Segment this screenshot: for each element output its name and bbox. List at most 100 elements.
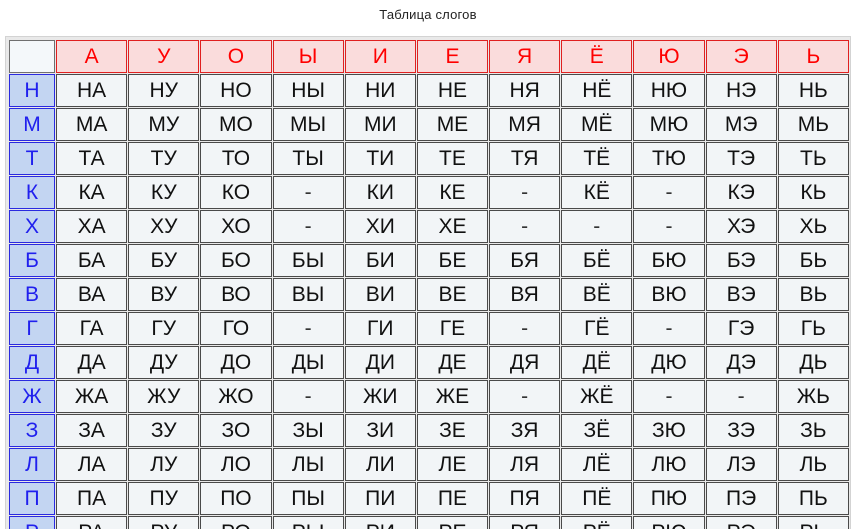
syllable-cell-10-0[interactable]: ЗА [56,414,128,447]
syllable-cell-0-1[interactable]: НУ [128,74,200,107]
syllable-cell-10-2[interactable]: ЗО [200,414,272,447]
syllable-cell-7-7[interactable]: ГЁ [561,312,633,345]
syllable-cell-6-8[interactable]: ВЮ [633,278,705,311]
syllable-cell-1-0[interactable]: МА [56,108,128,141]
syllable-cell-0-0[interactable]: НА [56,74,128,107]
syllable-cell-9-7[interactable]: ЖЁ [561,380,633,413]
syllable-cell-5-8[interactable]: БЮ [633,244,705,277]
syllable-cell-9-6[interactable]: - [489,380,561,413]
syllable-cell-4-10[interactable]: ХЬ [777,210,849,243]
syllable-cell-6-3[interactable]: ВЫ [272,278,344,311]
syllable-cell-13-6[interactable]: РЯ [489,516,561,529]
syllable-cell-1-7[interactable]: МЁ [561,108,633,141]
syllable-cell-3-2[interactable]: КО [200,176,272,209]
syllable-cell-10-9[interactable]: ЗЭ [705,414,777,447]
syllable-cell-11-2[interactable]: ЛО [200,448,272,481]
syllable-cell-7-8[interactable]: - [633,312,705,345]
syllable-cell-6-7[interactable]: ВЁ [561,278,633,311]
syllable-cell-6-10[interactable]: ВЬ [777,278,849,311]
syllable-cell-11-8[interactable]: ЛЮ [633,448,705,481]
syllable-cell-2-3[interactable]: ТЫ [272,142,344,175]
syllable-cell-3-3[interactable]: - [272,176,344,209]
vowel-header-1[interactable]: У [128,40,200,73]
syllable-cell-7-5[interactable]: ГЕ [416,312,489,345]
syllable-cell-7-3[interactable]: - [272,312,344,345]
syllable-cell-2-1[interactable]: ТУ [128,142,200,175]
consonant-header-12[interactable]: П [9,482,55,515]
syllable-cell-4-3[interactable]: - [272,210,344,243]
syllable-cell-5-9[interactable]: БЭ [705,244,777,277]
vowel-header-4[interactable]: И [344,40,416,73]
syllable-cell-2-5[interactable]: ТЕ [416,142,489,175]
syllable-cell-13-3[interactable]: РЫ [272,516,344,529]
syllable-cell-8-2[interactable]: ДО [200,346,272,379]
syllable-cell-4-9[interactable]: ХЭ [705,210,777,243]
syllable-cell-12-5[interactable]: ПЕ [416,482,489,515]
syllable-cell-4-8[interactable]: - [633,210,705,243]
consonant-header-11[interactable]: Л [9,448,55,481]
vowel-header-9[interactable]: Э [705,40,777,73]
syllable-cell-1-8[interactable]: МЮ [633,108,705,141]
consonant-header-6[interactable]: В [9,278,55,311]
syllable-cell-13-9[interactable]: РЭ [705,516,777,529]
syllable-cell-12-0[interactable]: ПА [56,482,128,515]
syllable-cell-0-3[interactable]: НЫ [272,74,344,107]
vowel-header-5[interactable]: Е [416,40,489,73]
syllable-cell-9-4[interactable]: ЖИ [344,380,416,413]
syllable-cell-9-0[interactable]: ЖА [56,380,128,413]
syllable-cell-3-0[interactable]: КА [56,176,128,209]
syllable-cell-13-8[interactable]: РЮ [633,516,705,529]
syllable-cell-12-7[interactable]: ПЁ [561,482,633,515]
syllable-cell-4-7[interactable]: - [561,210,633,243]
syllable-cell-1-3[interactable]: МЫ [272,108,344,141]
vowel-header-2[interactable]: О [200,40,272,73]
syllable-cell-1-5[interactable]: МЕ [416,108,489,141]
syllable-cell-6-0[interactable]: ВА [56,278,128,311]
syllable-cell-5-5[interactable]: БЕ [416,244,489,277]
syllable-cell-13-5[interactable]: РЕ [416,516,489,529]
syllable-cell-3-1[interactable]: КУ [128,176,200,209]
syllable-cell-6-2[interactable]: ВО [200,278,272,311]
syllable-cell-7-10[interactable]: ГЬ [777,312,849,345]
syllable-cell-2-2[interactable]: ТО [200,142,272,175]
syllable-cell-3-10[interactable]: КЬ [777,176,849,209]
syllable-cell-11-10[interactable]: ЛЬ [777,448,849,481]
syllable-cell-5-6[interactable]: БЯ [489,244,561,277]
syllable-cell-2-7[interactable]: ТЁ [561,142,633,175]
syllable-cell-0-4[interactable]: НИ [344,74,416,107]
syllable-cell-10-7[interactable]: ЗЁ [561,414,633,447]
syllable-cell-11-0[interactable]: ЛА [56,448,128,481]
syllable-cell-8-0[interactable]: ДА [56,346,128,379]
syllable-cell-8-3[interactable]: ДЫ [272,346,344,379]
syllable-cell-8-8[interactable]: ДЮ [633,346,705,379]
syllable-cell-8-6[interactable]: ДЯ [489,346,561,379]
syllable-cell-13-0[interactable]: РА [56,516,128,529]
consonant-header-4[interactable]: Х [9,210,55,243]
syllable-cell-11-1[interactable]: ЛУ [128,448,200,481]
syllable-cell-7-1[interactable]: ГУ [128,312,200,345]
syllable-cell-3-8[interactable]: - [633,176,705,209]
syllable-cell-0-10[interactable]: НЬ [777,74,849,107]
syllable-cell-13-10[interactable]: РЬ [777,516,849,529]
syllable-cell-12-6[interactable]: ПЯ [489,482,561,515]
syllable-cell-8-4[interactable]: ДИ [344,346,416,379]
syllable-cell-6-4[interactable]: ВИ [344,278,416,311]
syllable-cell-1-4[interactable]: МИ [344,108,416,141]
syllable-cell-2-9[interactable]: ТЭ [705,142,777,175]
syllable-cell-12-8[interactable]: ПЮ [633,482,705,515]
syllable-cell-1-9[interactable]: МЭ [705,108,777,141]
syllable-cell-12-1[interactable]: ПУ [128,482,200,515]
syllable-cell-10-1[interactable]: ЗУ [128,414,200,447]
syllable-cell-1-6[interactable]: МЯ [489,108,561,141]
syllable-cell-10-5[interactable]: ЗЕ [416,414,489,447]
syllable-cell-0-8[interactable]: НЮ [633,74,705,107]
syllable-cell-12-9[interactable]: ПЭ [705,482,777,515]
syllable-cell-5-0[interactable]: БА [56,244,128,277]
syllable-cell-8-9[interactable]: ДЭ [705,346,777,379]
syllable-cell-6-9[interactable]: ВЭ [705,278,777,311]
syllable-cell-0-6[interactable]: НЯ [489,74,561,107]
syllable-cell-9-10[interactable]: ЖЬ [777,380,849,413]
syllable-cell-5-1[interactable]: БУ [128,244,200,277]
syllable-cell-5-2[interactable]: БО [200,244,272,277]
syllable-cell-11-4[interactable]: ЛИ [344,448,416,481]
